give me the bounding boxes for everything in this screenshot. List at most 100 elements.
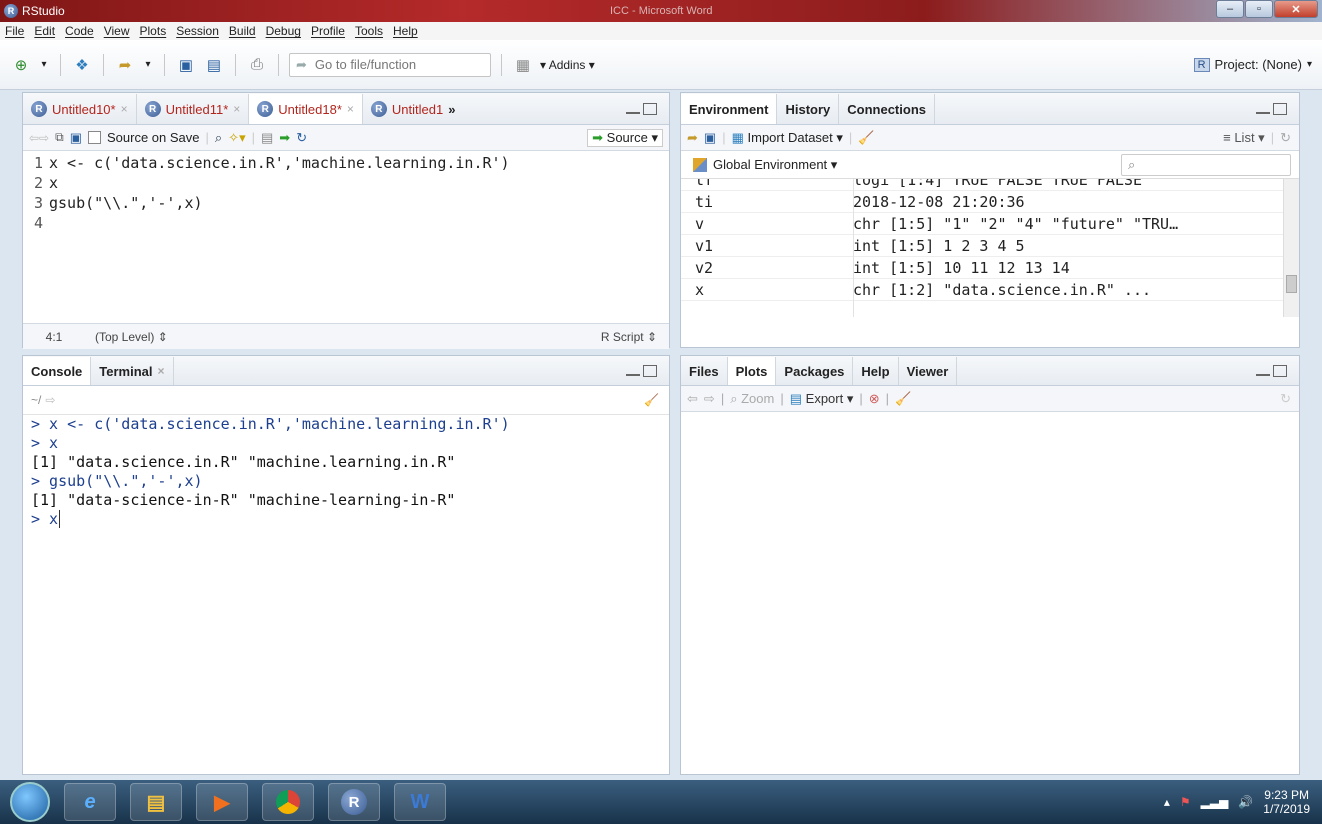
import-dataset-button[interactable]: ▦ Import Dataset ▾ <box>732 130 843 146</box>
close-tab-icon[interactable]: × <box>121 102 128 116</box>
menu-view[interactable]: View <box>99 24 135 38</box>
environment-scope-selector[interactable]: Global Environment ▾ <box>713 157 837 173</box>
signal-icon[interactable]: ▂▃▅ <box>1201 795 1229 809</box>
pane-minmax-controls[interactable] <box>1256 102 1287 115</box>
tab-terminal[interactable]: Terminal × <box>91 357 174 385</box>
minimize-window-button[interactable]: – <box>1216 0 1244 18</box>
remove-plot-icon[interactable]: ⊗ <box>869 391 880 407</box>
go-to-directory-icon[interactable]: ⇨ <box>45 393 55 407</box>
save-icon[interactable]: ▣ <box>175 54 197 76</box>
show-in-window-icon[interactable]: ⧉ <box>55 130 64 145</box>
console-output[interactable]: > x <- c('data.science.in.R','machine.le… <box>23 414 669 529</box>
project-menu-button[interactable]: R Project: (None) ▾ <box>1193 57 1312 72</box>
refresh-icon[interactable]: ↻ <box>1280 130 1291 146</box>
tab-untitled10[interactable]: R Untitled10* × <box>23 94 137 124</box>
table-row[interactable]: v chr [1:5] "1" "2" "4" "future" "TRU… <box>681 213 1299 235</box>
tab-help[interactable]: Help <box>853 357 899 385</box>
scope-selector[interactable]: (Top Level) ⇕ <box>95 330 168 344</box>
rerun-icon[interactable]: ↻ <box>296 130 307 146</box>
close-tab-icon[interactable]: × <box>158 364 165 378</box>
refresh-icon[interactable]: ↻ <box>1280 391 1291 407</box>
volume-icon[interactable]: 🔊 <box>1238 795 1253 809</box>
menu-code[interactable]: Code <box>60 24 99 38</box>
menu-edit[interactable]: Edit <box>29 24 60 38</box>
new-file-icon[interactable]: ⊕ <box>10 54 32 76</box>
clock[interactable]: 9:23 PM 1/7/2019 <box>1263 788 1310 816</box>
table-row[interactable]: v1 int [1:5] 1 2 3 4 5 <box>681 235 1299 257</box>
clear-console-icon[interactable]: 🧹 <box>644 393 659 407</box>
save-all-icon[interactable]: ▤ <box>203 54 225 76</box>
table-row[interactable]: v2 int [1:5] 10 11 12 13 14 <box>681 257 1299 279</box>
internet-explorer-icon[interactable]: e <box>64 783 116 821</box>
menu-tools[interactable]: Tools <box>350 24 388 38</box>
save-icon[interactable]: ▣ <box>70 130 82 146</box>
tab-connections[interactable]: Connections <box>839 94 935 124</box>
tab-untitled18[interactable]: R Untitled18* × <box>249 94 363 124</box>
addins-button[interactable]: ▾ Addins ▾ <box>540 58 595 72</box>
list-view-button[interactable]: ≡ List ▾ <box>1223 130 1265 146</box>
pane-minmax-controls[interactable] <box>1256 364 1287 377</box>
table-row[interactable]: tf logi [1:4] TRUE FALSE TRUE FALSE <box>681 179 1299 191</box>
broom-icon[interactable]: 🧹 <box>858 130 874 146</box>
chrome-icon[interactable] <box>262 783 314 821</box>
tab-untitled1[interactable]: R Untitled1 » <box>363 94 464 124</box>
environment-search-input[interactable]: ⌕ <box>1121 153 1291 176</box>
print-icon[interactable]: ⎙ <box>246 54 268 76</box>
menu-help[interactable]: Help <box>388 24 423 38</box>
scrollbar-thumb[interactable] <box>1286 275 1297 293</box>
table-row[interactable]: x chr [1:2] "data.science.in.R" ... <box>681 279 1299 301</box>
network-flag-icon[interactable]: ⚑ <box>1180 795 1191 809</box>
media-player-icon[interactable]: ▶ <box>196 783 248 821</box>
back-arrow-icon[interactable]: ⇦ <box>687 391 698 407</box>
grid-layout-icon[interactable]: ▦ <box>512 54 534 76</box>
menu-build[interactable]: Build <box>224 24 261 38</box>
chevron-down-icon[interactable]: ▾ <box>38 54 50 76</box>
new-project-icon[interactable]: ❖ <box>71 54 93 76</box>
run-line-icon[interactable]: ➡ <box>279 130 290 146</box>
search-icon[interactable]: ⌕ <box>215 130 222 146</box>
tray-expand-icon[interactable]: ▴ <box>1164 795 1170 809</box>
tab-history[interactable]: History <box>777 94 840 124</box>
load-workspace-icon[interactable]: ➦ <box>687 130 698 146</box>
file-explorer-icon[interactable]: ▤ <box>130 783 182 821</box>
zoom-button[interactable]: ⌕ Zoom <box>730 391 774 407</box>
tab-viewer[interactable]: Viewer <box>899 357 958 385</box>
rstudio-taskbar-icon[interactable]: R <box>328 783 380 821</box>
close-window-button[interactable]: ✕ <box>1274 0 1318 18</box>
export-button[interactable]: ▤ Export ▾ <box>790 391 854 407</box>
tab-console[interactable]: Console <box>23 357 92 385</box>
start-button[interactable] <box>10 782 50 822</box>
source-on-save-checkbox[interactable] <box>87 131 101 144</box>
back-forward-icon[interactable]: ⇦⇨ <box>29 131 49 145</box>
maximize-window-button[interactable]: ▫ <box>1245 0 1273 18</box>
close-tab-icon[interactable]: × <box>347 102 354 116</box>
menu-plots[interactable]: Plots <box>135 24 172 38</box>
save-workspace-icon[interactable]: ▣ <box>704 130 716 146</box>
more-tabs-icon[interactable]: » <box>448 102 455 117</box>
go-to-file-input[interactable]: ➦ Go to file/function <box>289 52 491 77</box>
open-file-icon[interactable]: ➦ <box>114 54 136 76</box>
pane-minmax-controls[interactable] <box>626 364 657 377</box>
menu-debug[interactable]: Debug <box>261 24 306 38</box>
chevron-down-icon[interactable]: ▾ <box>142 54 154 76</box>
magic-wand-icon[interactable]: ✧▾ <box>228 130 245 146</box>
table-row[interactable]: ti 2018-12-08 21:20:36 <box>681 191 1299 213</box>
tab-plots[interactable]: Plots <box>727 357 777 385</box>
forward-arrow-icon[interactable]: ⇨ <box>704 391 715 407</box>
code-editor[interactable]: 1 x <- c('data.science.in.R','machine.le… <box>23 151 669 323</box>
source-button[interactable]: ➡ Source ▾ <box>587 128 663 147</box>
pane-minmax-controls[interactable] <box>626 102 657 115</box>
tab-environment[interactable]: Environment <box>681 94 778 124</box>
menu-session[interactable]: Session <box>171 24 224 38</box>
menu-file[interactable]: File <box>0 24 29 38</box>
tab-packages[interactable]: Packages <box>776 357 854 385</box>
file-type-selector[interactable]: R Script ⇕ <box>601 330 657 344</box>
close-tab-icon[interactable]: × <box>233 102 240 116</box>
environment-scrollbar[interactable] <box>1283 179 1299 317</box>
menu-profile[interactable]: Profile <box>306 24 350 38</box>
word-icon[interactable]: W <box>394 783 446 821</box>
tab-files[interactable]: Files <box>681 357 728 385</box>
tab-untitled11[interactable]: R Untitled11* × <box>137 94 250 124</box>
broom-icon[interactable]: 🧹 <box>895 391 911 407</box>
compile-report-icon[interactable]: ▤ <box>261 130 273 146</box>
